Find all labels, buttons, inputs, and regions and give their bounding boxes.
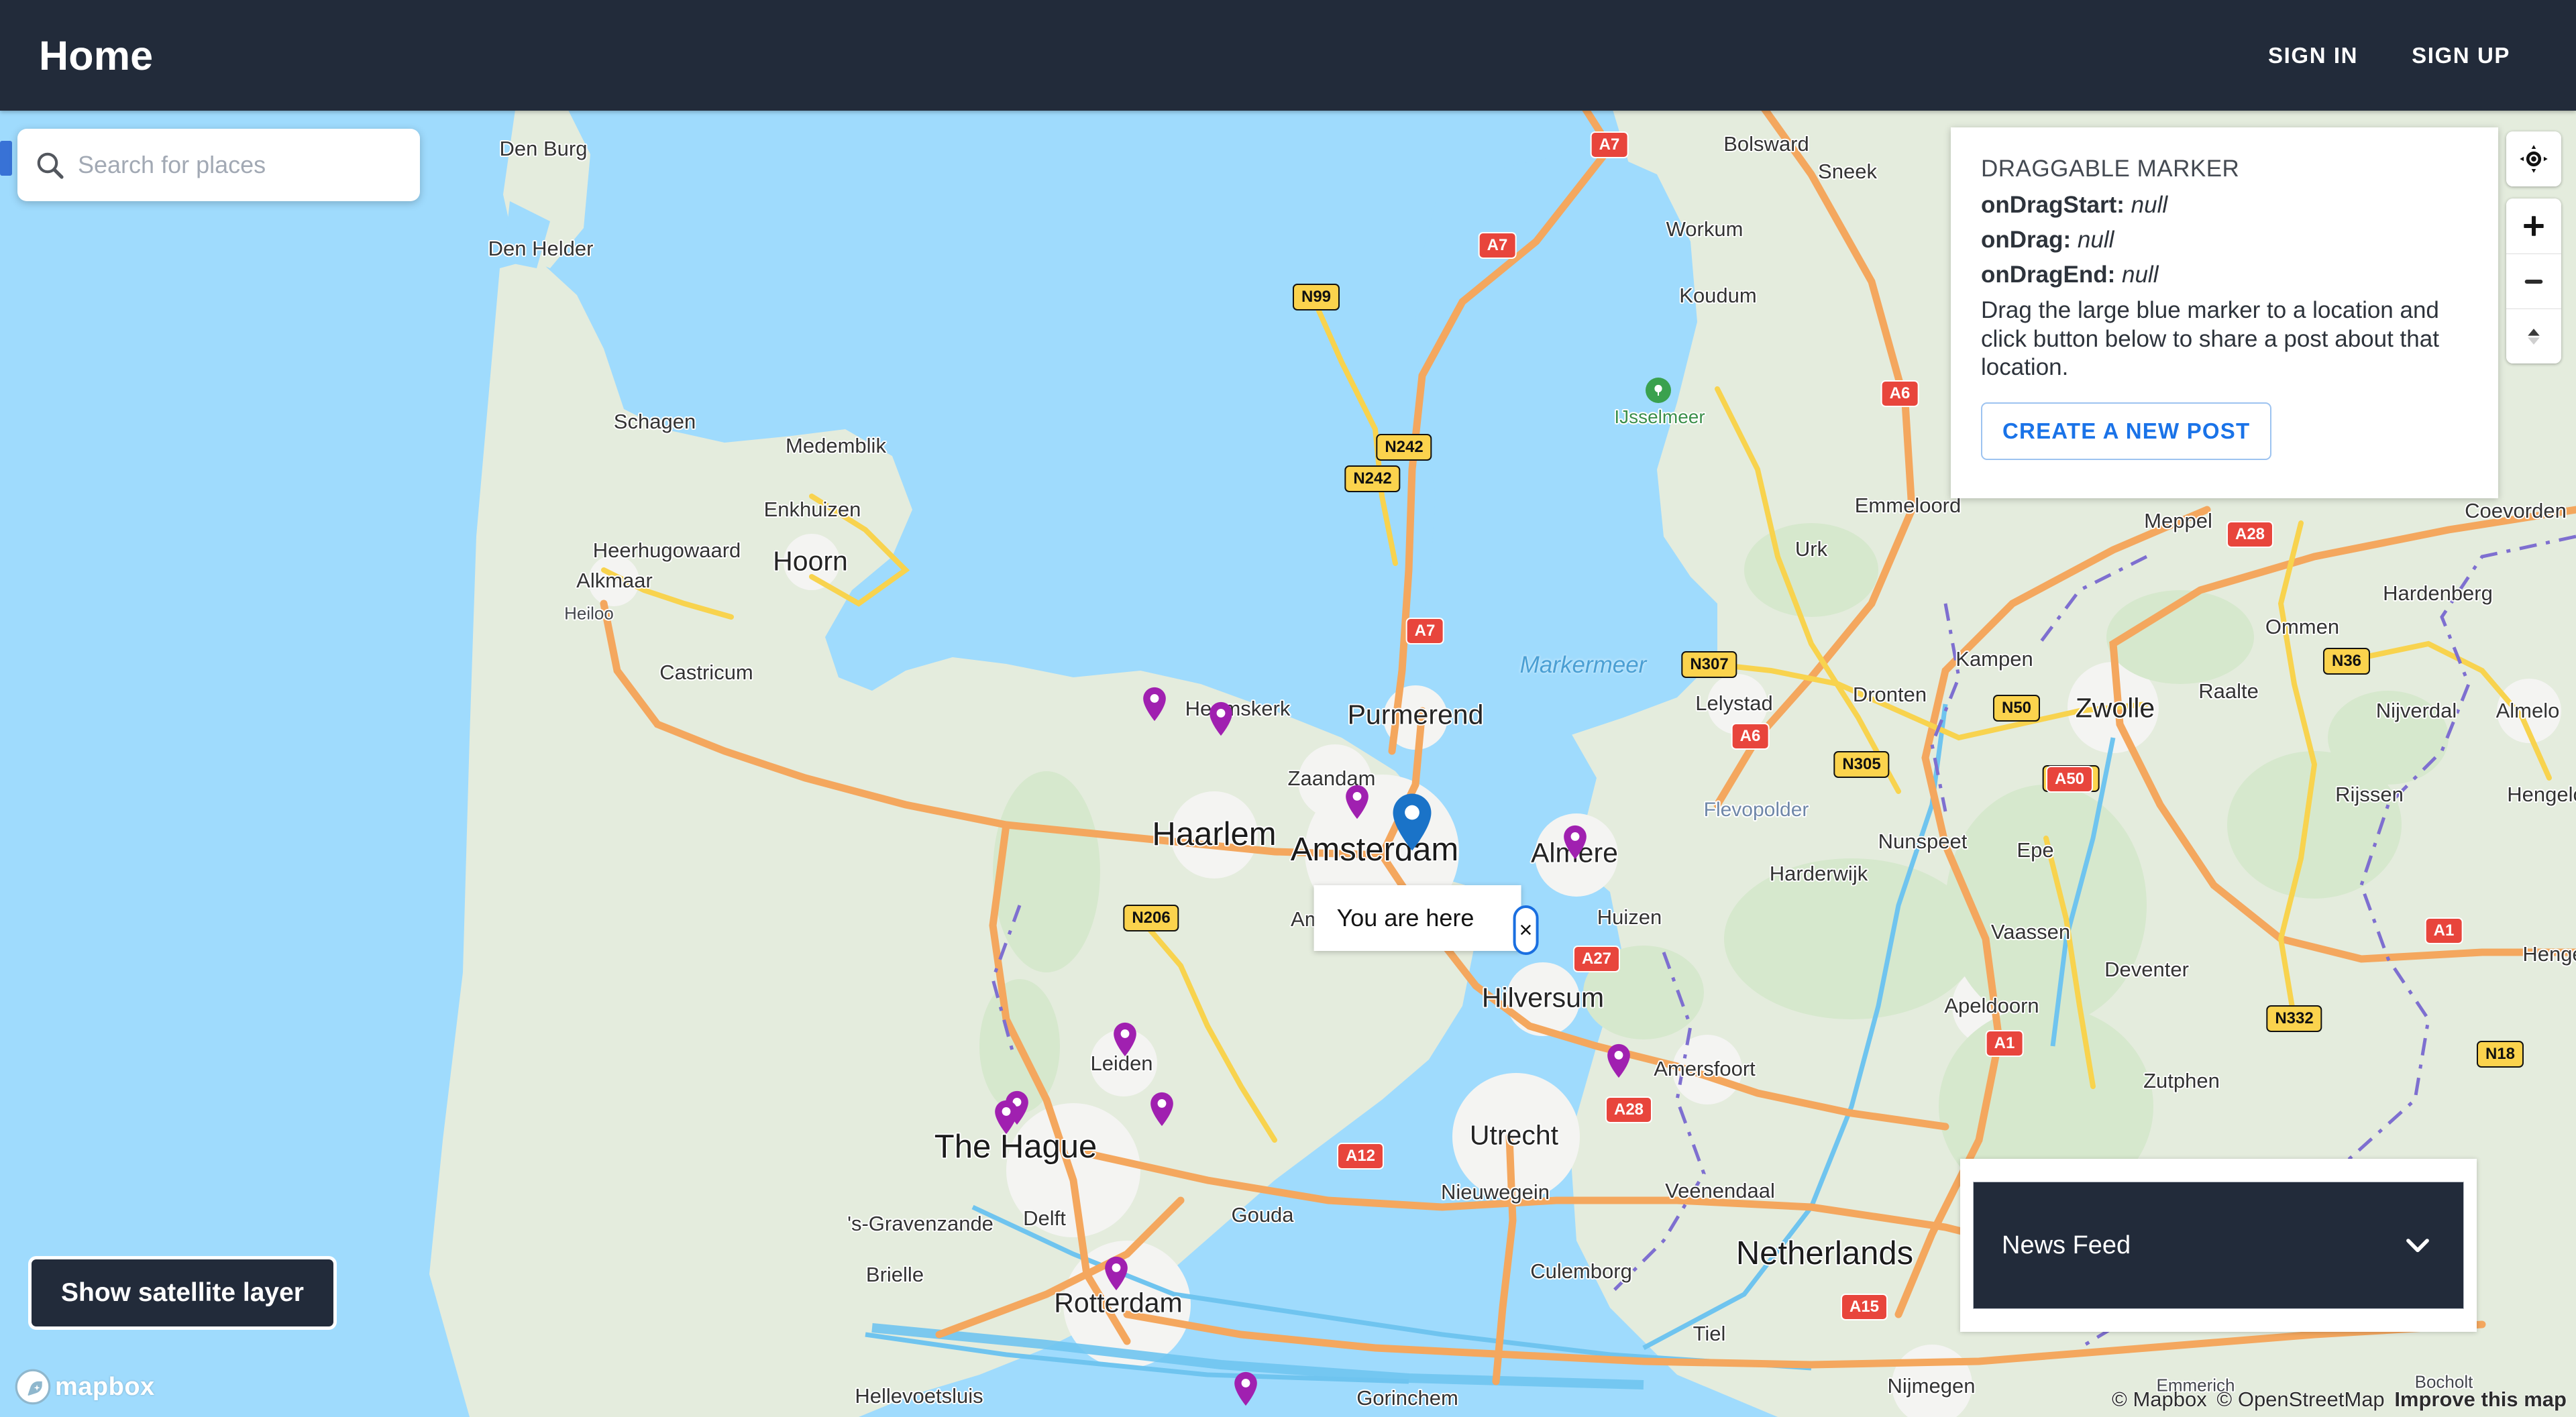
popup-close-icon[interactable]: ×: [1513, 905, 1538, 955]
mapbox-logo[interactable]: mapbox: [15, 1369, 155, 1405]
drag-key: onDrag:: [1981, 227, 2071, 253]
park-tree-icon: [1650, 382, 1666, 398]
popup-bubble: You are here ×: [1314, 885, 1521, 951]
zoom-in-button[interactable]: [2506, 199, 2561, 253]
post-marker[interactable]: [1606, 1043, 1631, 1078]
search-input[interactable]: [78, 151, 404, 179]
drag-value: null: [2078, 227, 2114, 253]
post-marker[interactable]: [1149, 1092, 1175, 1127]
drag-end-value: null: [2122, 262, 2158, 288]
map-pin-icon: [1112, 1022, 1138, 1057]
post-marker[interactable]: [1104, 1256, 1129, 1291]
drag-row: onDrag: null: [1981, 227, 2468, 253]
map-pin-icon: [1142, 687, 1167, 722]
drag-start-row: onDragStart: null: [1981, 192, 2468, 219]
post-marker[interactable]: [1562, 825, 1588, 860]
geolocate-button[interactable]: [2506, 131, 2561, 186]
geolocate-control-group[interactable]: [2506, 131, 2561, 186]
chevron-down-icon[interactable]: [2400, 1228, 2435, 1263]
draggable-marker-panel: DRAGGABLE MARKER onDragStart: null onDra…: [1951, 127, 2498, 498]
map-pin-icon: [1344, 785, 1370, 819]
minus-icon: [2520, 268, 2548, 296]
post-marker[interactable]: [1208, 701, 1234, 736]
draggable-marker-description: Drag the large blue marker to a location…: [1981, 296, 2468, 382]
map-pin-icon: [1208, 701, 1234, 736]
map-pin-icon: [1149, 1092, 1175, 1127]
popup-text: You are here: [1337, 904, 1474, 932]
map-pin-icon: [994, 1100, 1019, 1135]
post-marker[interactable]: [1233, 1371, 1258, 1406]
sign-up-button[interactable]: SIGN UP: [2385, 25, 2537, 86]
plus-icon: [2520, 212, 2548, 240]
attribution-mapbox[interactable]: © Mapbox: [2112, 1387, 2207, 1411]
map-pin-icon: [1606, 1043, 1631, 1078]
drag-start-value: null: [2131, 192, 2167, 218]
improve-this-map-link[interactable]: Improve this map: [2394, 1387, 2567, 1411]
drag-start-key: onDragStart:: [1981, 192, 2125, 218]
zoom-out-button[interactable]: [2506, 253, 2561, 308]
map-pin-icon: [1391, 793, 1434, 852]
map-popup[interactable]: You are here ×: [1314, 885, 1521, 951]
mapbox-wordmark: mapbox: [55, 1373, 155, 1402]
create-a-new-post-button[interactable]: CREATE A NEW POST: [1981, 402, 2271, 460]
drag-end-key: onDragEnd:: [1981, 262, 2115, 288]
attribution-openstreetmap[interactable]: © OpenStreetMap: [2216, 1387, 2384, 1411]
page-title: Home: [39, 32, 153, 79]
compass-button[interactable]: [2506, 308, 2561, 363]
news-feed-label: News Feed: [2002, 1231, 2131, 1260]
news-feed-container: News Feed: [1960, 1159, 2477, 1332]
sign-in-button[interactable]: SIGN IN: [2241, 25, 2385, 86]
search-icon: [34, 149, 66, 181]
draggable-blue-marker[interactable]: [1391, 793, 1434, 852]
post-marker[interactable]: [1344, 785, 1370, 819]
map-attribution[interactable]: © Mapbox © OpenStreetMap Improve this ma…: [2108, 1387, 2567, 1412]
park-marker: [1646, 378, 1671, 403]
show-satellite-layer-button[interactable]: Show satellite layer: [28, 1256, 337, 1330]
map-pin-icon: [1104, 1256, 1129, 1291]
post-marker[interactable]: [994, 1100, 1019, 1135]
map-pin-icon: [1233, 1371, 1258, 1406]
app-header: Home SIGN IN SIGN UP: [0, 0, 2576, 111]
geolocate-icon: [2518, 144, 2549, 174]
draggable-marker-title: DRAGGABLE MARKER: [1981, 156, 2468, 182]
map-pin-icon: [1562, 825, 1588, 860]
mapbox-mark-icon: [15, 1369, 51, 1405]
drag-end-row: onDragEnd: null: [1981, 262, 2468, 288]
zoom-control-group[interactable]: [2506, 199, 2561, 363]
app-root: Den BurgBolswardSneekWorkumDen HelderKou…: [0, 0, 2576, 1417]
news-feed-accordion[interactable]: News Feed: [1973, 1182, 2464, 1309]
search-container[interactable]: [17, 129, 420, 201]
compass-icon: [2520, 323, 2548, 351]
post-marker[interactable]: [1142, 687, 1167, 722]
search-accent-stub: [0, 141, 12, 176]
post-marker[interactable]: [1112, 1022, 1138, 1057]
